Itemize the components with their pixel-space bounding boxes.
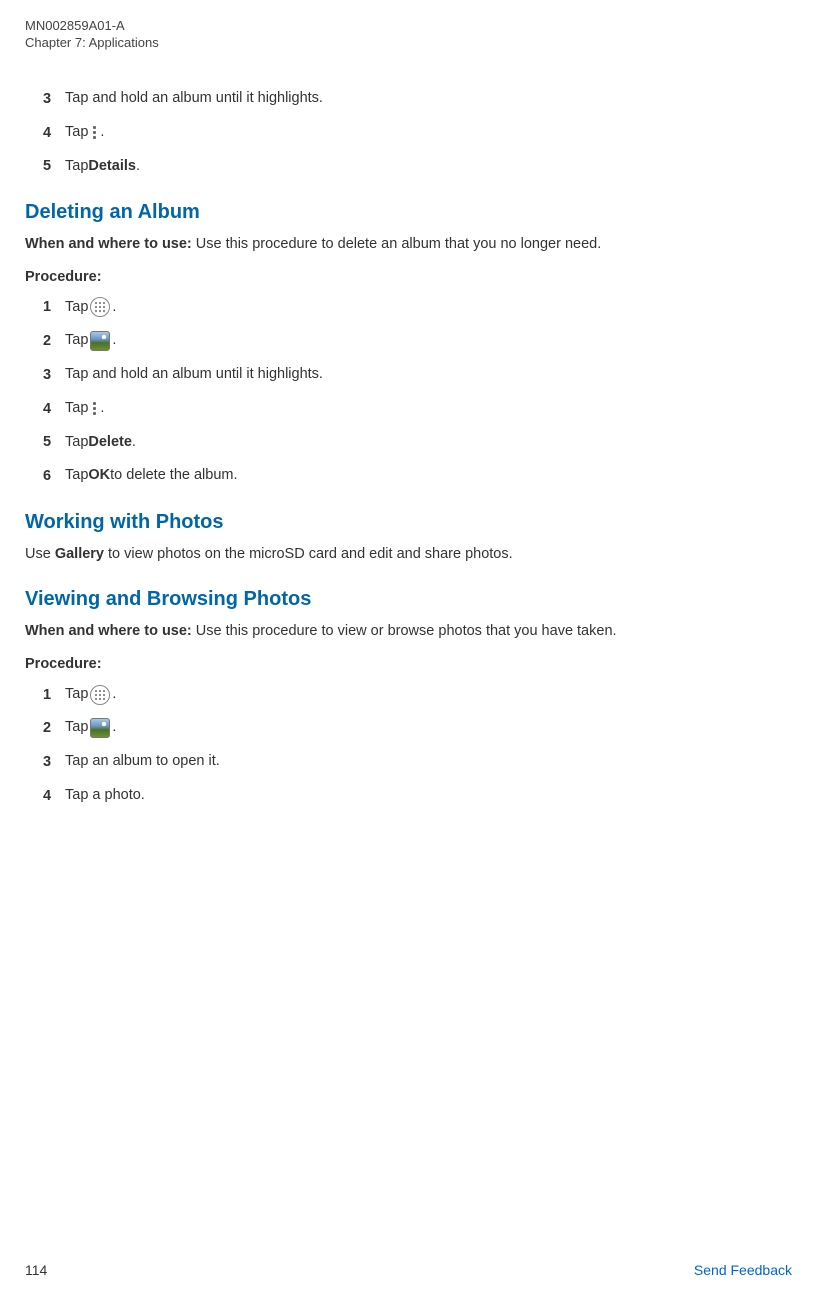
page-number: 114 (25, 1262, 47, 1278)
usage-label: When and where to use: (25, 623, 196, 639)
step-text: Tap a photo. (65, 785, 145, 807)
doc-id: MN002859A01-A (25, 18, 792, 33)
send-feedback-link[interactable]: Send Feedback (694, 1262, 792, 1278)
apps-icon (90, 297, 110, 317)
overflow-menu-icon (90, 124, 98, 142)
view-step-1: 1 Tap . (43, 684, 792, 706)
page-header: MN002859A01-A Chapter 7: Applications (25, 18, 792, 50)
text-pre: Use (25, 546, 55, 562)
text-tap: Tap (65, 717, 88, 739)
step-text: Tap Delete . (65, 432, 136, 454)
text-period: . (136, 156, 140, 178)
text-period: . (112, 717, 116, 739)
step-text: Tap . (65, 122, 104, 144)
text-period: . (100, 398, 104, 420)
page-footer: 114 Send Feedback (25, 1262, 792, 1278)
step-text: Tap an album to open it. (65, 751, 220, 773)
usage-text: Use this procedure to view or browse pho… (196, 623, 617, 639)
step-text: Tap and hold an album until it highlight… (65, 364, 323, 386)
text-bold: Gallery (55, 546, 104, 562)
step-text: Tap . (65, 684, 116, 706)
usage-paragraph: When and where to use: Use this procedur… (25, 234, 792, 254)
text-period: . (100, 122, 104, 144)
apps-icon (90, 685, 110, 705)
step-text: Tap . (65, 330, 116, 352)
step-number: 3 (43, 91, 65, 107)
text-bold: Details (88, 156, 136, 178)
step-number: 5 (43, 158, 65, 174)
heading-deleting-album: Deleting an Album (25, 201, 792, 224)
step-number: 5 (43, 434, 65, 450)
text-tap: Tap (65, 398, 88, 420)
delete-step-1: 1 Tap . (43, 297, 792, 319)
step-text: Tap . (65, 297, 116, 319)
step-number: 4 (43, 125, 65, 141)
step-text: Tap . (65, 717, 116, 739)
delete-step-5: 5 Tap Delete . (43, 432, 792, 454)
step-text: Tap OK to delete the album. (65, 465, 238, 487)
step-number: 3 (43, 754, 65, 770)
step-number: 2 (43, 720, 65, 736)
step-number: 6 (43, 468, 65, 484)
text-tap: Tap (65, 156, 88, 178)
text-tap: Tap (65, 465, 88, 487)
step-number: 4 (43, 788, 65, 804)
step-4-intro: 4 Tap . (43, 122, 792, 144)
view-step-2: 2 Tap . (43, 717, 792, 739)
step-text: Tap Details . (65, 156, 140, 178)
view-step-3: 3 Tap an album to open it. (43, 751, 792, 773)
heading-working-photos: Working with Photos (25, 511, 792, 534)
step-number: 1 (43, 687, 65, 703)
text-tap: Tap (65, 122, 88, 144)
text-rest: to delete the album. (110, 465, 237, 487)
delete-step-2: 2 Tap . (43, 330, 792, 352)
step-5-intro: 5 Tap Details . (43, 156, 792, 178)
step-number: 3 (43, 367, 65, 383)
text-period: . (112, 684, 116, 706)
step-number: 4 (43, 401, 65, 417)
text-tap: Tap (65, 330, 88, 352)
delete-step-3: 3 Tap and hold an album until it highlig… (43, 364, 792, 386)
text-period: . (112, 297, 116, 319)
text-bold: OK (88, 465, 110, 487)
step-text: Tap and hold an album until it highlight… (65, 88, 323, 110)
page-content: 3 Tap and hold an album until it highlig… (25, 88, 792, 807)
text-post: to view photos on the microSD card and e… (104, 546, 513, 562)
delete-step-4: 4 Tap . (43, 398, 792, 420)
step-number: 2 (43, 333, 65, 349)
step-3-intro: 3 Tap and hold an album until it highlig… (43, 88, 792, 110)
text-tap: Tap (65, 432, 88, 454)
step-number: 1 (43, 299, 65, 315)
step-text: Tap . (65, 398, 104, 420)
chapter-title: Chapter 7: Applications (25, 35, 792, 50)
text-bold: Delete (88, 432, 132, 454)
delete-step-6: 6 Tap OK to delete the album. (43, 465, 792, 487)
usage-text: Use this procedure to delete an album th… (196, 236, 601, 252)
procedure-label: Procedure: (25, 656, 792, 672)
text-period: . (112, 330, 116, 352)
text-tap: Tap (65, 297, 88, 319)
view-step-4: 4 Tap a photo. (43, 785, 792, 807)
text-tap: Tap (65, 684, 88, 706)
overflow-menu-icon (90, 400, 98, 418)
heading-viewing-photos: Viewing and Browsing Photos (25, 588, 792, 611)
gallery-icon (90, 718, 110, 738)
usage-label: When and where to use: (25, 236, 196, 252)
usage-paragraph: When and where to use: Use this procedur… (25, 621, 792, 641)
procedure-label: Procedure: (25, 269, 792, 285)
text-period: . (132, 432, 136, 454)
working-paragraph: Use Gallery to view photos on the microS… (25, 544, 792, 564)
gallery-icon (90, 331, 110, 351)
